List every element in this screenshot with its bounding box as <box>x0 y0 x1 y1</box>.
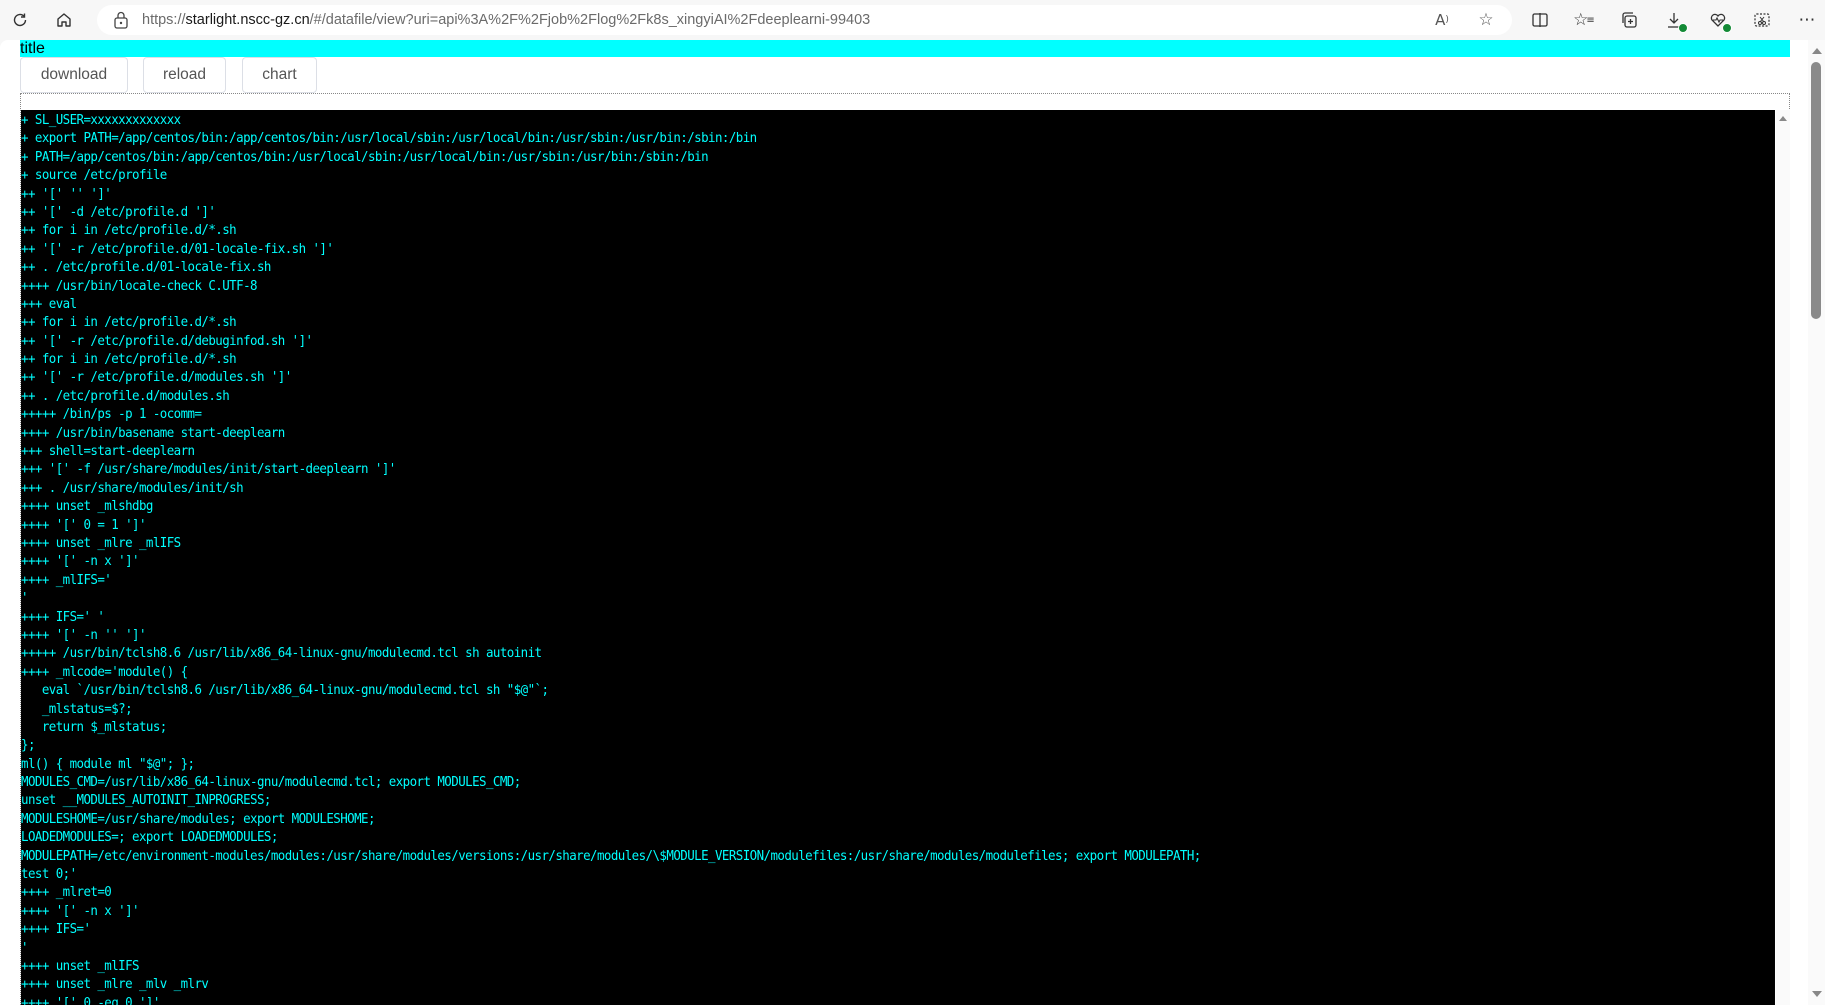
refresh-icon[interactable] <box>8 8 32 32</box>
reload-button[interactable]: reload <box>143 57 226 93</box>
log-line: MODULEPATH=/etc/environment-modules/modu… <box>21 848 1201 864</box>
scroll-up-arrow-icon[interactable] <box>1779 116 1787 121</box>
log-line: ++++ unset _mlre _mlv _mlrv <box>21 977 209 993</box>
log-line: ++ for i in /etc/profile.d/*.sh <box>21 315 237 331</box>
log-line: ++ for i in /etc/profile.d/*.sh <box>21 223 237 239</box>
page-title: title <box>20 40 1790 57</box>
log-line: ++ '[' -r /etc/profile.d/01-locale-fix.s… <box>21 241 334 257</box>
browser-toolbar: https://starlight.nscc-gz.cn/#/datafile/… <box>0 0 1825 40</box>
lock-icon[interactable] <box>111 9 131 31</box>
log-line: ++++ '[' -n x ']' <box>21 554 140 570</box>
log-line: ++ . /etc/profile.d/modules.sh <box>21 388 230 404</box>
log-line: ++++ /usr/bin/basename start-deeplearn <box>21 425 285 441</box>
url-text[interactable]: https://starlight.nscc-gz.cn/#/datafile/… <box>142 12 870 28</box>
log-line: ++++ '[' 0 -eq 0 ']' <box>21 995 160 1005</box>
log-line: ++ '[' -d /etc/profile.d ']' <box>21 204 216 220</box>
log-line: + export PATH=/app/centos/bin:/app/cento… <box>21 131 757 147</box>
log-line: +++++ /bin/ps -p 1 -ocomm= <box>21 407 202 423</box>
log-line: ' <box>21 591 29 607</box>
log-line: ++ '[' -r /etc/profile.d/modules.sh ']' <box>21 370 292 386</box>
log-line: test 0;' <box>21 867 77 883</box>
screenshot-icon[interactable] <box>1750 8 1774 32</box>
log-line: ' <box>21 940 29 956</box>
log-line: ++++ '[' -n x ']' <box>21 903 140 919</box>
log-line: +++ . /usr/share/modules/init/sh <box>21 480 244 496</box>
star-icon[interactable]: ☆ <box>1474 8 1498 32</box>
collections-icon[interactable] <box>1617 8 1641 32</box>
download-button[interactable]: download <box>20 57 128 93</box>
log-line: + SL_USER=xxxxxxxxxxxxx <box>21 113 181 128</box>
log-container: + SL_USER=xxxxxxxxxxxxx + export PATH=/ap… <box>20 93 1790 1005</box>
log-line: ++++ /usr/bin/locale-check C.UTF-8 <box>21 278 258 294</box>
more-icon[interactable]: ⋯ <box>1795 8 1819 32</box>
log-line: ++ '[' '' ']' <box>21 186 112 202</box>
log-line: ++++ _mlret=0 <box>21 885 112 901</box>
log-line: ++++ unset _mlIFS <box>21 958 140 974</box>
download-icon[interactable] <box>1662 8 1688 33</box>
log-line: ++++ IFS=' <box>21 922 91 938</box>
log-line: ++++ _mlcode='module() { <box>21 664 188 680</box>
scroll-down-arrow-icon[interactable] <box>1812 991 1822 997</box>
log-line: return $_mlstatus; <box>21 719 167 735</box>
log-line: ++ '[' -r /etc/profile.d/debuginfod.sh '… <box>21 333 313 349</box>
log-line: +++ eval <box>21 296 77 312</box>
log-line: ++++ unset _mlre _mlIFS <box>21 535 181 551</box>
chart-button[interactable]: chart <box>242 57 317 93</box>
log-line: + source /etc/profile <box>21 168 167 184</box>
log-line: unset __MODULES_AUTOINIT_INPROGRESS; <box>21 793 271 809</box>
favorites-list-icon[interactable]: ☆ ≡ <box>1572 8 1596 32</box>
log-line: ++++ unset _mlshdbg <box>21 499 153 515</box>
log-line: LOADEDMODULES=; export LOADEDMODULES; <box>21 830 278 846</box>
split-screen-icon[interactable] <box>1528 8 1552 32</box>
check-badge-icon <box>1678 23 1688 33</box>
scrollbar-thumb[interactable] <box>1811 62 1821 319</box>
page-viewport: title download reload chart + SL_USER=xx… <box>0 40 1825 1005</box>
heart-pulse-icon[interactable] <box>1706 8 1732 33</box>
home-icon[interactable] <box>52 8 76 32</box>
log-line: +++++ /usr/bin/tclsh8.6 /usr/lib/x86_64-… <box>21 646 542 662</box>
log-output[interactable]: + SL_USER=xxxxxxxxxxxxx + export PATH=/ap… <box>21 110 1775 1005</box>
log-line: ++ . /etc/profile.d/01-locale-fix.sh <box>21 260 271 276</box>
log-line: ++++ '[' 0 = 1 ']' <box>21 517 146 533</box>
log-line: +++ shell=start-deeplearn <box>21 444 195 460</box>
check-badge-icon <box>1722 23 1732 33</box>
log-line: + PATH=/app/centos/bin:/app/centos/bin:/… <box>21 149 709 165</box>
log-line: eval `/usr/bin/tclsh8.6 /usr/lib/x86_64-… <box>21 683 549 699</box>
log-line: _mlstatus=$?; <box>21 701 133 717</box>
log-line: ++++ IFS=' ' <box>21 609 105 625</box>
log-line: ++ for i in /etc/profile.d/*.sh <box>21 352 237 368</box>
page-scrollbar[interactable] <box>1808 40 1825 1005</box>
log-line: +++ '[' -f /usr/share/modules/init/start… <box>21 462 396 478</box>
scroll-up-arrow-icon[interactable] <box>1812 48 1822 54</box>
log-scrollbar[interactable] <box>1776 110 1790 1005</box>
log-line: MODULESHOME=/usr/share/modules; export M… <box>21 811 375 827</box>
address-bar[interactable]: https://starlight.nscc-gz.cn/#/datafile/… <box>97 5 1512 35</box>
log-line: }; <box>21 738 35 754</box>
log-line: MODULES_CMD=/usr/lib/x86_64-linux-gnu/mo… <box>21 775 521 791</box>
log-line: ml() { module ml "$@"; }; <box>21 756 195 772</box>
log-line: ++++ _mlIFS=' <box>21 572 112 588</box>
read-aloud-icon[interactable]: A) <box>1430 8 1454 32</box>
log-line: ++++ '[' -n '' ']' <box>21 627 146 643</box>
